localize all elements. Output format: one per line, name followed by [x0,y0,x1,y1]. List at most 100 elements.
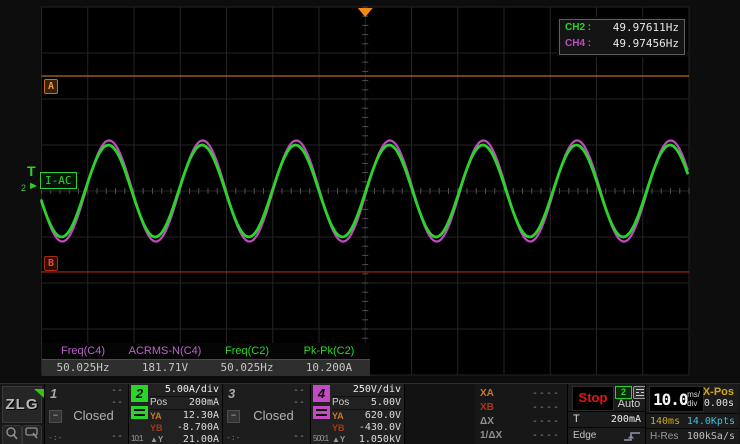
channel-2-yb-label: YB [150,422,163,434]
channel-4-scale-row: 250V/div [332,384,401,397]
channel-1-number: 1 [50,386,57,401]
channel-4-dy-row: ▲Y 1.050kV [332,434,401,444]
channel-2-pos-value: 200mA [189,397,219,409]
cursor-xb-row: XB ---- [475,401,567,415]
trigger-level-row[interactable]: T 200mA [568,411,646,426]
bar-gap [404,384,475,444]
channel-4-pos-label: Pos [332,397,349,409]
channel-2-scale: 5.00A/div [165,384,219,396]
measurement-label-3[interactable]: Freq(C2) [206,343,288,359]
channel-3-dash-3: -- [293,431,305,442]
trigger-block: Stop 2 Auto T 200mA Edge [567,384,645,444]
channel-3-probe-ratio: -:- [226,433,240,442]
timebase-block: 10.0 ms/ div X-Pos 0.00s 140ms 14.0Kpts … [645,384,738,444]
freq-ch4-label: CH4 : [565,36,591,52]
rising-edge-icon [623,430,641,442]
channel-2-pos-row: Pos 200mA [150,397,219,410]
channel-3-block[interactable]: 3 -- -- − Closed -:- -- [222,384,310,444]
frequency-readout-box: CH2 : 49.97611Hz CH4 : 49.97456Hz [559,19,685,55]
measurement-value-3: 50.025Hz [206,360,288,376]
channel-2-badge: 2 [131,385,148,402]
channel-2-block[interactable]: 2 10:1 5.00A/div Pos 200mA YA 12.30A YB … [128,384,222,444]
cursor-xb-value: ---- [532,401,560,415]
trigger-level-value: 200mA [611,414,641,425]
channel-1-state: Closed [59,408,128,423]
measurement-values-row: 50.025Hz 181.71V 50.025Hz 10.200A [42,359,370,376]
channel-2-probe-ratio: 10:1 [131,434,143,443]
channel-4-probe-ratio: 500:1 [313,434,328,443]
zlg-logo: ZLG [2,386,42,423]
channel-2-yb-row: YB -8.700A [150,422,219,434]
cursor-b-badge[interactable]: B [44,256,58,271]
channel-4-block[interactable]: 4 500:1 250V/div Pos 5.00V YA 620.0V YB … [310,384,404,444]
cursor-xa-row: XA ---- [475,387,567,401]
channel-3-state: Closed [237,408,310,423]
freq-ch2-value: 49.97611Hz [613,20,679,36]
channel-1-dash-2: -- [111,397,123,408]
channel-3-dash-1: -- [293,385,305,396]
trigger-t-source-label: T [573,413,580,425]
touch-gesture-button[interactable] [2,425,22,444]
channel-2-ya-row: YA 12.30A [150,410,219,422]
channel-4-dy-value: 1.050kV [359,434,401,444]
measurement-value-2: 181.71V [124,360,206,376]
channel-1-block[interactable]: 1 -- -- − Closed -:- -- [44,384,128,444]
timebase-scale-unit: ms/ div [687,390,700,408]
measurement-value-4: 10.200A [288,360,370,376]
channel-4-coupling-icon [313,406,330,419]
cursor-inv-dx-label: 1/ΔX [480,429,502,443]
freq-ch4-value: 49.97456Hz [613,36,679,52]
channel-4-pos-value: 5.00V [371,397,401,409]
channel-2-scale-row: 5.00A/div [150,384,219,397]
run-stop-button[interactable]: Stop [572,386,614,411]
channel-2-yb-value: -8.700A [177,422,219,434]
freq-row-ch4: CH4 : 49.97456Hz [560,36,684,52]
channel-2-coupling-icon [131,406,148,419]
capture-window: 140ms [650,416,680,427]
channel-4-ya-label: YA [332,410,344,422]
cursor-xa-value: ---- [532,387,560,401]
cursor-dx-value: ---- [532,415,560,429]
timebase-window-row: 140ms 14.0Kpts [646,413,739,428]
cursor-inv-dx-value: ---- [532,429,560,443]
logo-corner-triangle [34,389,44,398]
channel-4-pos-row: Pos 5.00V [332,397,401,410]
channel-4-ya-value: 620.0V [365,410,401,422]
cursor-readouts-block[interactable]: XA ---- XB ---- ΔX ---- 1/ΔX ---- [475,384,567,444]
channel-4-dy-label: ▲Y [332,434,345,444]
channel-1-dash-3: -- [111,431,123,442]
channel-2-ya-value: 12.30A [183,410,219,422]
cursor-dx-label: ΔX [480,415,494,429]
channel-2-dy-row: ▲Y 21.00A [150,434,219,444]
trigger-mode[interactable]: Auto [612,398,646,410]
trigger-arrow-icon: ► [28,180,39,192]
measurement-labels-row: Freq(C4) ACRMS-N(C4) Freq(C2) Pk-Pk(C2) [42,343,370,359]
cursor-xb-label: XB [480,401,494,415]
x-pos-label: X-Pos [703,386,734,398]
channel-4-scale: 250V/div [353,384,401,396]
touchpad-button[interactable] [22,425,42,444]
trigger-type-row[interactable]: Edge [568,427,646,443]
trigger-type-label: Edge [573,430,596,441]
trigger-t-label: T [27,163,36,179]
cursor-a-badge[interactable]: A [44,79,58,94]
channel-1-dash-1: -- [111,385,123,396]
cursor-dx-row: ΔX ---- [475,415,567,429]
measurement-label-1[interactable]: Freq(C4) [42,343,124,359]
channel-2-ya-label: YA [150,410,162,422]
hand-pad-icon [25,426,39,440]
timebase-scale-box[interactable]: 10.0 ms/ div [649,386,704,412]
measurement-value-1: 50.025Hz [42,360,124,376]
channel-4-yb-value: -430.0V [359,422,401,434]
x-pos-value: 0.00s [704,398,734,409]
measurement-label-2[interactable]: ACRMS-N(C4) [124,343,206,359]
channel-1-probe-ratio: -:- [48,433,62,442]
measurement-label-4[interactable]: Pk-Pk(C2) [288,343,370,359]
signal-label: I-AC [40,172,77,189]
h-res-label: H-Res [650,431,678,442]
sample-rate: 100kSa/s [687,431,735,442]
oscilloscope-ui: T 2 ► A B I-AC CH2 : 49.97611Hz CH4 : 49… [0,0,740,444]
channel-4-yb-row: YB -430.0V [332,422,401,434]
channel-4-ya-row: YA 620.0V [332,410,401,422]
zlg-logo-text: ZLG [6,396,39,413]
